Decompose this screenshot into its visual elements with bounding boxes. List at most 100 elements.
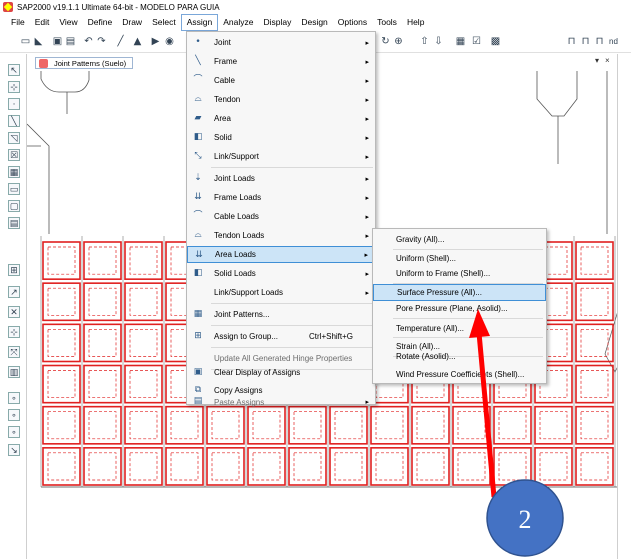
pore-pressure-item[interactable]: Pore Pressure (Plane, Asolid)... (373, 300, 546, 317)
frame-draw-icon[interactable]: ⊓ (566, 36, 577, 47)
clear-display-assigns-item[interactable]: ▣ Clear Display of Assigns (187, 364, 375, 381)
new-model-icon[interactable]: ▭ (20, 36, 31, 47)
redo-icon[interactable]: ↷ (96, 36, 107, 47)
clear-selection-icon[interactable]: ✕ (8, 306, 20, 318)
slab-panel-inner (580, 287, 609, 316)
assign-link-support-item[interactable]: ⤡ Link/Support ▸ (187, 148, 375, 165)
slab-panel (42, 241, 81, 280)
assign-joint-loads-item[interactable]: ⇣ Joint Loads ▸ (187, 170, 375, 187)
assign-tendon-loads-item[interactable]: ⌓ Tendon Loads ▸ (187, 227, 375, 244)
menu-view[interactable]: View (54, 14, 82, 31)
slab-panel (288, 447, 327, 486)
slab-panel-inner (539, 411, 568, 440)
intersecting-line-icon[interactable]: ⊹ (8, 326, 20, 338)
menu-select[interactable]: Select (147, 14, 181, 31)
quick-draw-icon[interactable]: ⊓ (580, 36, 591, 47)
assign-joint-patterns-item[interactable]: ▦ Joint Patterns... (187, 306, 375, 323)
assign-tendon-item[interactable]: ⌓ Tendon ▸ (187, 91, 375, 108)
surface-pressure-item[interactable]: Surface Pressure (All)... (373, 284, 546, 301)
assign-group-icon: ⊞ (194, 331, 202, 341)
menu-define[interactable]: Define (83, 14, 118, 31)
solid-loads-icon: ◧ (193, 268, 203, 278)
slab-panel-inner (293, 452, 322, 481)
quick-draw-area-icon[interactable]: ▢ (8, 200, 20, 212)
menu-draw[interactable]: Draw (117, 14, 147, 31)
link-support-icon: ⤡ (194, 151, 202, 161)
wind-pressure-item[interactable]: Wind Pressure Coefficients (Shell)... (373, 366, 546, 383)
assign-frame-item[interactable]: ╲ Frame ▸ (187, 53, 375, 70)
right-panel-strip (617, 54, 631, 559)
get-previous-selection-icon[interactable]: ↗ (8, 286, 20, 298)
submenu-arrow-icon: ▸ (365, 194, 369, 202)
check-icon[interactable]: ☑ (471, 36, 482, 47)
move-down-icon[interactable]: ⇩ (433, 36, 444, 47)
slab-panel (329, 447, 368, 486)
menu-file[interactable]: File (6, 14, 30, 31)
cable-icon: ⌒ (193, 75, 203, 85)
solid-icon: ◧ (193, 132, 203, 142)
assign-area-item[interactable]: ▰ Area ▸ (187, 110, 375, 127)
snap-ends-icon[interactable]: ∘ (8, 409, 20, 421)
lock-icon[interactable]: ▲ (132, 36, 143, 47)
undo-icon[interactable]: ↶ (83, 36, 94, 47)
assign-frame-loads-item[interactable]: ⇊ Frame Loads ▸ (187, 189, 375, 206)
assign-link-support-loads-item[interactable]: Link/Support Loads ▸ (187, 284, 375, 301)
restraint-icon[interactable]: ⤧ (8, 346, 20, 358)
assign-joint-item[interactable]: • Joint ▸ (187, 34, 375, 51)
snap-intersection-icon[interactable]: ∘ (8, 426, 20, 438)
assign-area-loads-item[interactable]: ⇊ Area Loads ▸ (187, 246, 375, 263)
draw-frame-icon[interactable]: ╲ (8, 115, 20, 127)
quick-brace-icon[interactable]: ☒ (8, 149, 20, 161)
section-icon[interactable]: ▥ (8, 366, 20, 378)
assign-to-group-item[interactable]: ⊞ Assign to Group... Ctrl+Shift+G (187, 328, 375, 345)
tendon-loads-icon: ⌓ (194, 230, 202, 240)
zoom-icon[interactable]: ◉ (164, 36, 175, 47)
quick-frame-icon[interactable]: ◹ (8, 132, 20, 144)
rotate-asolid-item[interactable]: Rotate (Asolid)... (373, 348, 546, 365)
temperature-item[interactable]: Temperature (All)... (373, 320, 546, 337)
assign-cable-loads-item[interactable]: ⌒ Cable Loads ▸ (187, 208, 375, 225)
edit-icon[interactable]: ╱ (115, 36, 126, 47)
menu-help[interactable]: Help (402, 14, 429, 31)
slab-panel-inner (129, 246, 158, 275)
menu-options[interactable]: Options (333, 14, 372, 31)
slab-panel (575, 282, 614, 322)
run-icon[interactable]: ▶ (150, 36, 161, 47)
zoom-window-icon[interactable]: ⊕ (393, 36, 404, 47)
menu-analyze[interactable]: Analyze (218, 14, 258, 31)
print-icon[interactable]: ▤ (65, 36, 76, 47)
draw-poly-area-icon[interactable]: ▦ (8, 166, 20, 178)
slab-panel-inner (375, 411, 404, 440)
slab-panel-inner (580, 370, 609, 399)
menu-assign[interactable]: Assign (180, 14, 219, 31)
copy-assigns-item[interactable]: ⧉ Copy Assigns (187, 382, 375, 399)
pointer-icon[interactable]: ↖ (8, 64, 20, 76)
open-icon[interactable]: ◣ (33, 36, 44, 47)
menu-design[interactable]: Design (296, 14, 332, 31)
grid-display-icon[interactable]: ▦ (455, 36, 466, 47)
menu-edit[interactable]: Edit (30, 14, 55, 31)
menu-display[interactable]: Display (258, 14, 296, 31)
save-icon[interactable]: ▣ (52, 36, 63, 47)
rubber-band-zoom-icon[interactable]: ↻ (380, 36, 391, 47)
slab-panel (124, 323, 163, 363)
brace-draw-icon[interactable]: ⊓ (594, 36, 605, 47)
assign-solid-loads-item[interactable]: ◧ Solid Loads ▸ (187, 265, 375, 282)
paste-assigns-item[interactable]: ▤ Paste Assigns ▸ (187, 396, 375, 407)
submenu-arrow-icon: ▸ (365, 175, 369, 183)
menu-tools[interactable]: Tools (372, 14, 402, 31)
snap-perpendicular-icon[interactable]: ↘ (8, 444, 20, 456)
draw-rect-area-icon[interactable]: ▭ (8, 183, 20, 195)
draw-special-joint-icon[interactable]: · (8, 98, 20, 110)
slab-panel-inner (47, 246, 76, 275)
draw-solid-icon[interactable]: ▤ (8, 217, 20, 229)
set-display-icon[interactable]: ▩ (490, 36, 501, 47)
assign-cable-item[interactable]: ⌒ Cable ▸ (187, 72, 375, 89)
assign-solid-item[interactable]: ◧ Solid ▸ (187, 129, 375, 146)
select-all-icon[interactable]: ⊞ (8, 264, 20, 276)
draw-joint-icon[interactable]: ⊹ (8, 81, 20, 93)
uniform-to-frame-item[interactable]: Uniform to Frame (Shell)... (373, 265, 546, 282)
gravity-all-item[interactable]: Gravity (All)... (373, 231, 546, 248)
snap-points-icon[interactable]: ∘ (8, 392, 20, 404)
move-up-icon[interactable]: ⇧ (419, 36, 430, 47)
